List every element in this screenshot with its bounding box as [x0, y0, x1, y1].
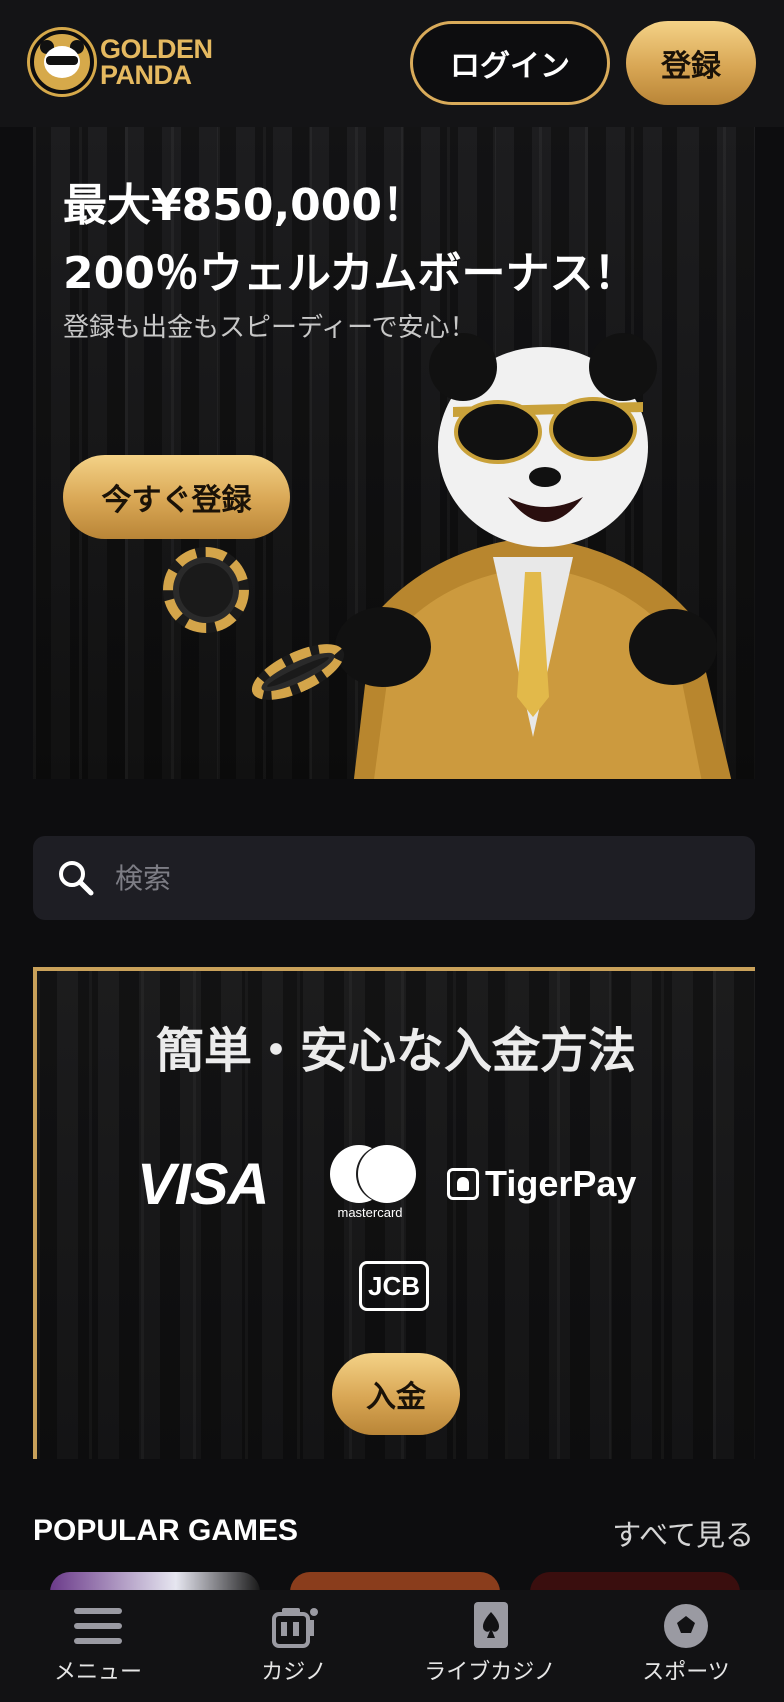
- register-button[interactable]: 登録: [626, 21, 756, 105]
- casino-chip-icon: [163, 547, 249, 633]
- login-button[interactable]: ログイン: [410, 21, 610, 105]
- search-input[interactable]: [115, 861, 675, 895]
- soccer-ball-icon: [664, 1604, 708, 1648]
- game-card[interactable]: [530, 1572, 740, 1592]
- search-bar[interactable]: [33, 836, 755, 920]
- game-card[interactable]: [50, 1572, 260, 1592]
- payment-section-title: 簡単・安心な入金方法: [155, 1023, 636, 1079]
- register-now-button[interactable]: 今すぐ登録: [63, 455, 290, 539]
- payment-methods-section: 簡単・安心な入金方法 VISA mastercard TigerPay JCB …: [33, 967, 755, 1459]
- nav-label-sports: スポーツ: [642, 1660, 730, 1685]
- logo[interactable]: GOLDEN PANDA: [30, 30, 213, 94]
- tigerpay-logo: TigerPay: [447, 1163, 636, 1205]
- welcome-bonus-banner[interactable]: 最大¥850,000！ 200％ウェルカムボーナス！ 登録も出金もスピーディーで…: [33, 127, 755, 779]
- deposit-button[interactable]: 入金: [332, 1353, 460, 1435]
- jcb-logo: JCB: [359, 1261, 429, 1311]
- search-icon: [59, 861, 94, 896]
- hero-title: 最大¥850,000！ 200％ウェルカムボーナス！: [63, 172, 638, 308]
- logo-text-line2: PANDA: [100, 60, 192, 90]
- nav-item-sports[interactable]: スポーツ: [588, 1590, 784, 1702]
- hero-title-line2: 200％ウェルカムボーナス！: [63, 248, 638, 299]
- popular-games-title: POPULAR GAMES: [33, 1514, 299, 1547]
- tigerpay-label: TigerPay: [485, 1163, 637, 1204]
- visa-logo: VISA: [137, 1152, 269, 1217]
- slot-machine-icon: [272, 1608, 318, 1648]
- game-card[interactable]: [290, 1572, 500, 1592]
- nav-item-menu[interactable]: メニュー: [0, 1590, 196, 1702]
- panda-logo-icon: [30, 30, 94, 94]
- nav-item-casino[interactable]: カジノ: [196, 1590, 392, 1702]
- menu-icon: [74, 1608, 122, 1644]
- logo-text-line1: GOLDEN: [100, 34, 213, 64]
- bottom-navigation: メニュー カジノ ライブカジノ スポーツ: [0, 1590, 784, 1702]
- nav-label-menu: メニュー: [53, 1660, 142, 1685]
- hero-subtitle: 登録も出金もスピーディーで安心！: [63, 313, 476, 343]
- nav-item-live-casino[interactable]: ライブカジノ: [392, 1590, 588, 1702]
- logo-text: GOLDEN PANDA: [100, 34, 213, 90]
- see-all-link[interactable]: すべて見る: [612, 1512, 754, 1554]
- mastercard-logo: mastercard: [315, 1145, 425, 1227]
- nav-label-live-casino: ライブカジノ: [424, 1660, 556, 1685]
- hero-title-line1: 最大¥850,000！: [63, 180, 427, 231]
- mastercard-label: mastercard: [337, 1205, 403, 1220]
- header: GOLDEN PANDA ログイン 登録: [0, 0, 784, 127]
- tigerpay-icon: [447, 1168, 479, 1200]
- spade-card-icon: [474, 1602, 508, 1648]
- panda-mascot-illustration: [335, 333, 732, 779]
- nav-label-casino: カジノ: [261, 1660, 327, 1685]
